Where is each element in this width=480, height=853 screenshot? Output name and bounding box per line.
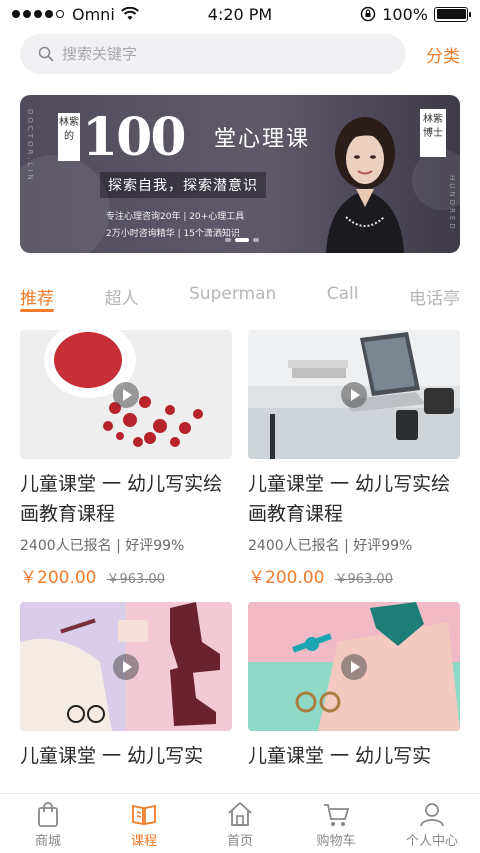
nav-item-cart[interactable]: 购物车 (288, 794, 384, 853)
play-icon[interactable] (113, 654, 139, 680)
play-icon[interactable] (341, 382, 367, 408)
banner-title: 堂心理课 (214, 127, 311, 152)
banner-seal: 林紫的 (58, 113, 80, 161)
course-thumbnail-berries[interactable] (20, 330, 232, 459)
course-card[interactable]: 儿童课堂 一 幼儿写实 (248, 602, 460, 771)
banner-subtitle: 探索自我，探索潜意识 (100, 172, 266, 198)
search-row: 分类 (20, 34, 460, 74)
status-bar: Omni 4:20 PM 100% (0, 0, 480, 28)
banner-vertical-text-right: HUNDRED (448, 175, 456, 232)
course-thumbnail-laptop[interactable] (248, 330, 460, 459)
nav-item-profile[interactable]: 个人中心 (384, 794, 480, 853)
course-price: ￥200.00 (248, 568, 325, 588)
nav-label: 商城 (34, 834, 61, 849)
battery-icon (434, 6, 471, 22)
doctor-portrait-image (326, 117, 404, 253)
banner-big-number: 100 (82, 107, 187, 168)
search-input[interactable] (62, 45, 362, 63)
nav-label: 购物车 (316, 834, 356, 849)
nav-label: 个人中心 (405, 834, 458, 849)
tab-0[interactable]: 推荐 (20, 280, 54, 312)
course-title[interactable]: 儿童课堂 一 幼儿写实 (248, 741, 460, 771)
nav-item-mall[interactable]: 商城 (0, 794, 96, 853)
doctor-name-tag: 林紫博士 (420, 109, 446, 157)
carousel-dot[interactable] (225, 238, 231, 242)
course-meta: 2400人已报名 | 好评99% (20, 538, 185, 554)
home-icon (228, 801, 252, 826)
play-icon[interactable] (113, 382, 139, 408)
category-button[interactable]: 分类 (426, 42, 460, 67)
tab-2[interactable]: Superman (189, 280, 276, 304)
banner-line-1: 专注心理咨询20年 | 20+心理工具 (106, 212, 245, 222)
bag-icon (38, 802, 58, 827)
course-grid: 儿童课堂 一 幼儿写实绘画教育课程 2400人已报名 | 好评99% ￥200.… (20, 330, 460, 792)
course-card[interactable]: 儿童课堂 一 幼儿写实 (20, 602, 232, 771)
carrier-name: Omni (72, 4, 115, 24)
person-icon (420, 803, 444, 827)
course-meta: 2400人已报名 | 好评99% (248, 538, 413, 554)
nav-item-courses[interactable]: 课程 (96, 794, 192, 853)
orientation-lock-icon (361, 6, 376, 22)
search-icon (38, 46, 54, 62)
book-icon (132, 804, 156, 826)
tab-1[interactable]: 超人 (105, 280, 139, 309)
course-price: ￥200.00 (20, 568, 97, 588)
course-card[interactable]: 儿童课堂 一 幼儿写实绘画教育课程 2400人已报名 | 好评99% ￥200.… (248, 330, 460, 588)
signal-strength-icon (12, 10, 64, 18)
wifi-icon (120, 7, 139, 20)
carousel-dot[interactable] (253, 238, 259, 242)
bottom-navigation: 商城 课程 首页 购物车 个人中心 (0, 793, 480, 853)
tab-4[interactable]: 电话亭 (409, 280, 460, 309)
course-title[interactable]: 儿童课堂 一 幼儿写实绘画教育课程 (20, 469, 232, 529)
cart-icon (324, 804, 350, 826)
banner-line-2: 2万小时咨询精华 | 15个潇洒知识 (106, 229, 240, 239)
carousel-dot[interactable] (235, 238, 249, 242)
nav-label: 首页 (226, 834, 253, 849)
course-title[interactable]: 儿童课堂 一 幼儿写实 (20, 741, 232, 771)
carousel-indicator[interactable] (225, 238, 259, 242)
course-original-price: ￥963.00 (106, 572, 165, 587)
course-thumbnail-fashion[interactable] (20, 602, 232, 731)
nav-item-home[interactable]: 首页 (192, 794, 288, 853)
battery-percent: 100% (382, 4, 428, 24)
course-card[interactable]: 儿童课堂 一 幼儿写实绘画教育课程 2400人已报名 | 好评99% ￥200.… (20, 330, 232, 588)
search-bar[interactable] (20, 34, 406, 74)
course-original-price: ￥963.00 (334, 572, 393, 587)
course-title[interactable]: 儿童课堂 一 幼儿写实绘画教育课程 (248, 469, 460, 529)
banner-vertical-text-left: DOCTOR.LIN (26, 109, 34, 183)
nav-label: 课程 (130, 834, 157, 849)
course-thumbnail-shirt[interactable] (248, 602, 460, 731)
tab-3[interactable]: Call (327, 280, 359, 304)
category-tabs: 推荐 超人 Superman Call 电话亭 (20, 280, 460, 320)
play-icon[interactable] (341, 654, 367, 680)
promo-banner[interactable]: DOCTOR.LIN HUNDRED 林紫的 100 堂心理课 探索自我，探索潜… (20, 95, 460, 253)
